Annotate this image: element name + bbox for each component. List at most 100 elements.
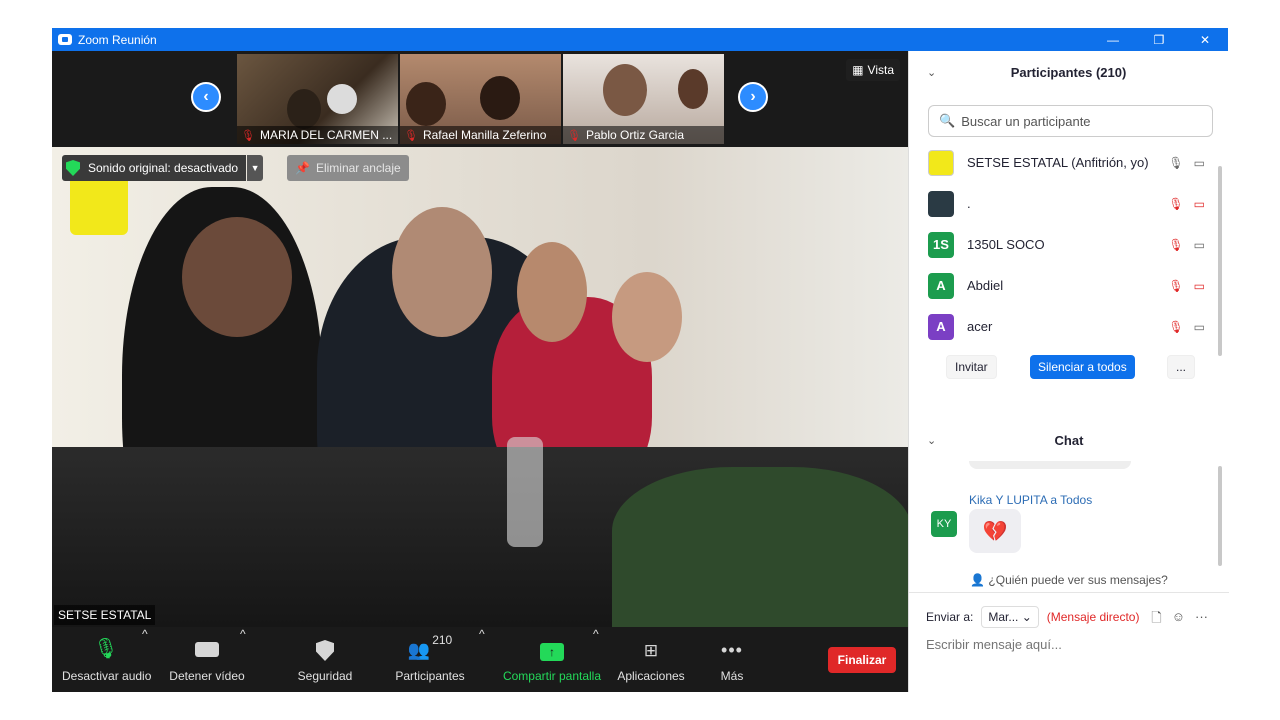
shield-icon — [316, 640, 334, 661]
participants-header: ⌄ Participantes (210) — [909, 51, 1228, 93]
video-camera-icon: ▭ — [1193, 237, 1205, 252]
invite-button[interactable]: Invitar — [946, 355, 997, 379]
participants-icon: 👥 — [407, 640, 431, 660]
mic-off-icon: 🎙 — [1168, 196, 1184, 211]
pin-icon: 📌 — [295, 161, 310, 175]
zoom-app-icon — [58, 34, 72, 45]
chevron-right-icon: › — [750, 88, 756, 105]
mic-off-icon: 🎙 — [1168, 237, 1184, 252]
participant-row[interactable]: A acer 🎙 ▭ — [909, 306, 1219, 347]
previous-message-bubble — [969, 461, 1131, 469]
person-icon: 👤 — [970, 573, 986, 587]
more-button[interactable]: ••• Más — [712, 627, 752, 692]
video-camera-icon: ▭ — [1193, 319, 1205, 334]
participant-search-input[interactable]: 🔍 Buscar un participante — [928, 105, 1213, 137]
participant-avatar: A — [928, 272, 954, 299]
prev-page-button[interactable]: ‹ — [191, 82, 221, 112]
video-camera-icon — [195, 642, 219, 657]
participant-avatar — [928, 190, 954, 217]
end-meeting-button[interactable]: Finalizar — [828, 647, 896, 673]
chevron-left-icon: ‹ — [203, 88, 209, 105]
host-avatar — [928, 149, 954, 176]
minimize-button[interactable]: — — [1090, 28, 1136, 51]
chat-header: ⌄ Chat — [909, 419, 1229, 461]
original-sound-toggle[interactable]: Sonido original: desactivado — [62, 155, 247, 181]
audio-options-chevron[interactable]: ^ — [142, 627, 148, 692]
speaker-name-label: SETSE ESTATAL — [54, 605, 156, 625]
security-button[interactable]: Seguridad — [292, 627, 358, 692]
emoji-icon[interactable]: ☺ — [1172, 609, 1185, 631]
video-thumbnail[interactable]: 🎙 MARIA DEL CARMEN ... — [237, 54, 398, 144]
send-to-label: Enviar a: — [926, 610, 974, 624]
zoom-window: Zoom Reunión — ❐ ✕ ‹ 🎙 MARIA DEL CARMEN … — [52, 28, 1229, 692]
chat-tools: 🗋 ☺ ··· — [1151, 609, 1208, 631]
participants-button[interactable]: 👥 210 Participantes — [392, 627, 468, 692]
chat-messages: Kika Y LUPITA a Todos KY 💔 — [909, 461, 1219, 569]
participants-title: Participantes (210) — [1010, 64, 1127, 80]
mic-off-icon: 🎙 — [567, 129, 581, 142]
recipient-dropdown[interactable]: Mar... ⌄ — [981, 606, 1039, 628]
restore-button[interactable]: ❐ — [1136, 28, 1182, 51]
share-screen-button[interactable]: ↑ Compartir pantalla — [499, 627, 605, 692]
thumbnail-label: 🎙 Rafael Manilla Zeferino — [400, 126, 561, 144]
original-sound-control: Sonido original: desactivado ▼ — [62, 155, 264, 181]
participant-avatar: 1S — [928, 231, 954, 258]
thumbnail-label: 🎙 MARIA DEL CARMEN ... — [237, 126, 398, 144]
apps-button[interactable]: ⊞ Aplicaciones — [614, 627, 688, 692]
chat-message-input[interactable] — [926, 637, 1216, 652]
mute-all-button[interactable]: Silenciar a todos — [1030, 355, 1135, 379]
mute-audio-button[interactable]: 🎙 Desactivar audio — [62, 627, 151, 692]
video-off-icon: ▭ — [1193, 196, 1205, 211]
more-dots-icon[interactable]: ··· — [1195, 609, 1208, 631]
grid-icon: ▦ — [852, 63, 864, 77]
more-options-button[interactable]: ... — [1167, 355, 1196, 379]
chat-title: Chat — [1054, 432, 1084, 448]
direct-message-tag: (Mensaje directo) — [1046, 610, 1140, 624]
video-camera-icon: ▭ — [1193, 155, 1205, 170]
microphone-icon: 🎙 — [1168, 155, 1184, 170]
thumbnail-label: 🎙 Pablo Ortiz Garcia — [563, 126, 724, 144]
thumbnail-strip: ‹ 🎙 MARIA DEL CARMEN ... 🎙 Rafael Manill… — [52, 51, 908, 147]
share-options-chevron[interactable]: ^ — [593, 627, 599, 692]
who-can-see-link[interactable]: 👤 ¿Quién puede ver sus mensajes? — [909, 573, 1229, 587]
sender-avatar: KY — [931, 511, 957, 537]
participant-row[interactable]: 1S 1350L SOCO 🎙 ▭ — [909, 224, 1219, 265]
divider — [909, 592, 1229, 593]
participants-options-chevron[interactable]: ^ — [479, 627, 485, 692]
participant-row[interactable]: SETSE ESTATAL (Anfitrión, yo) 🎙 ▭ — [909, 142, 1219, 183]
chevron-down-icon[interactable]: ⌄ — [927, 434, 936, 447]
chat-scrollbar[interactable] — [1218, 466, 1222, 566]
participant-row[interactable]: . 🎙 ▭ — [909, 183, 1219, 224]
video-options-chevron[interactable]: ^ — [240, 627, 246, 692]
chevron-down-icon[interactable]: ⌄ — [927, 66, 936, 79]
video-thumbnail[interactable]: 🎙 Pablo Ortiz Garcia — [563, 54, 724, 144]
participant-actions: Invitar Silenciar a todos ... — [909, 352, 1229, 392]
participants-scrollbar[interactable] — [1218, 166, 1222, 356]
view-button[interactable]: ▦ Vista — [846, 59, 900, 81]
message-bubble[interactable]: 💔 — [969, 509, 1021, 553]
close-button[interactable]: ✕ — [1182, 28, 1228, 51]
title-bar: Zoom Reunión — ❐ ✕ — [52, 28, 1228, 51]
share-screen-icon: ↑ — [540, 643, 564, 661]
unpin-button[interactable]: 📌 Eliminar anclaje — [287, 155, 409, 181]
broken-heart-icon: 💔 — [982, 520, 1008, 543]
search-icon: 🔍 — [939, 113, 956, 128]
video-thumbnail[interactable]: 🎙 Rafael Manilla Zeferino — [400, 54, 561, 144]
mic-off-icon: 🎙 — [1168, 278, 1184, 293]
message-sender: Kika Y LUPITA a Todos — [969, 493, 1093, 507]
window-title: Zoom Reunión — [78, 32, 157, 47]
participant-row[interactable]: A Abdiel 🎙 ▭ — [909, 265, 1219, 306]
shield-icon — [66, 160, 80, 176]
apps-icon: ⊞ — [643, 641, 659, 660]
video-off-icon: ▭ — [1193, 278, 1205, 293]
participant-list: SETSE ESTATAL (Anfitrión, yo) 🎙 ▭ . 🎙 ▭ 1S… — [909, 142, 1219, 347]
next-page-button[interactable]: › — [738, 82, 768, 112]
mic-off-icon: 🎙 — [241, 129, 255, 142]
file-icon[interactable]: 🗋 — [1151, 609, 1161, 631]
more-dots-icon: ••• — [721, 640, 743, 660]
mic-off-icon: 🎙 — [1168, 319, 1184, 334]
microphone-icon: 🎙 — [93, 638, 119, 660]
original-sound-dropdown[interactable]: ▼ — [247, 155, 264, 181]
main-speaker-video: Sonido original: desactivado ▼ 📌 Elimina… — [52, 147, 908, 627]
stop-video-button[interactable]: Detener vídeo — [167, 627, 247, 692]
